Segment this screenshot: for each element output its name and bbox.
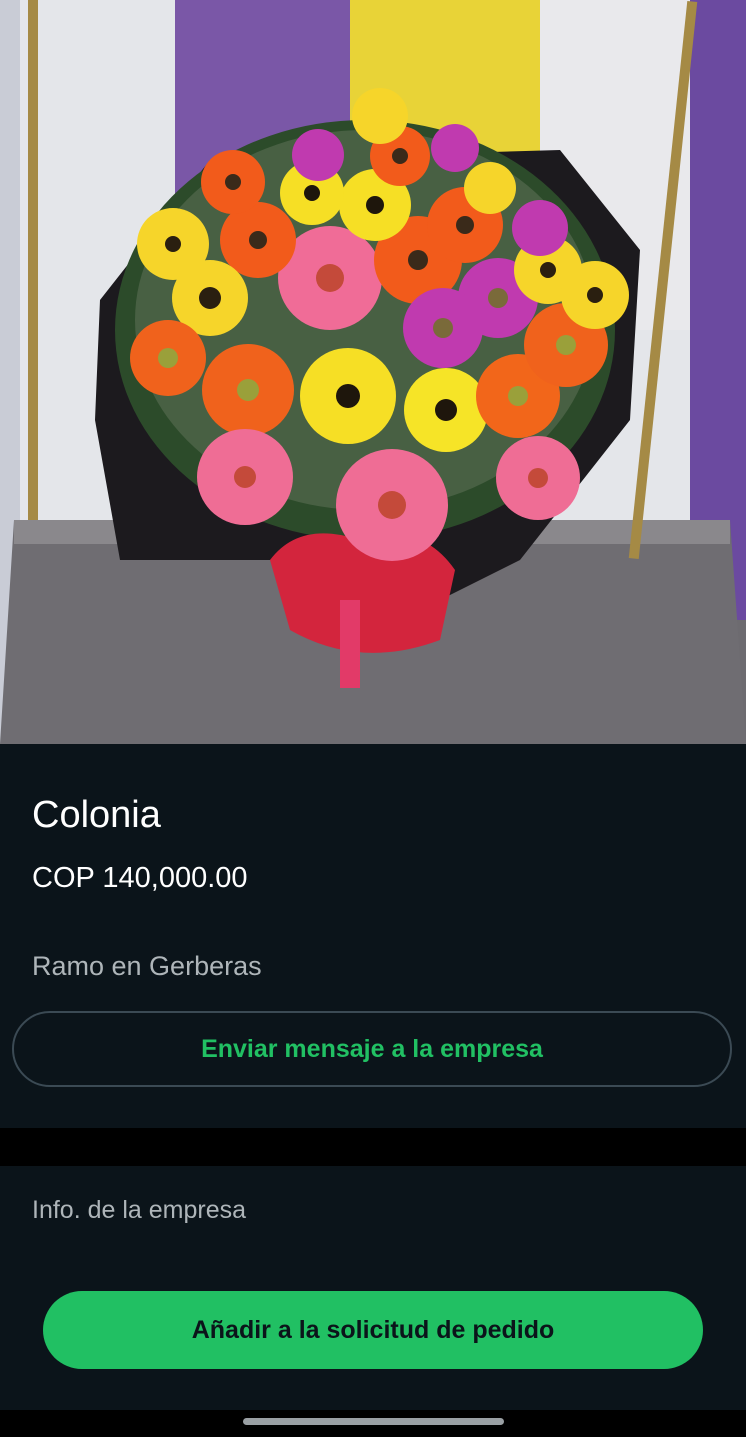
add-to-order-button[interactable]: Añadir a la solicitud de pedido: [43, 1291, 703, 1369]
home-indicator[interactable]: [243, 1418, 504, 1425]
product-price: COP 140,000.00: [32, 862, 248, 894]
product-image[interactable]: [0, 0, 746, 744]
section-divider: [0, 1128, 746, 1166]
product-description: Ramo en Gerberas: [32, 951, 262, 981]
message-business-button[interactable]: Enviar mensaje a la empresa: [12, 1011, 732, 1087]
business-info-link[interactable]: Info. de la empresa: [32, 1196, 246, 1225]
product-name: Colonia: [32, 794, 161, 836]
business-info-section: Info. de la empresa Añadir a la solicitu…: [0, 1166, 746, 1410]
system-navigation-bar: [0, 1410, 746, 1437]
product-details: Colonia COP 140,000.00 Ramo en Gerberas …: [0, 744, 746, 1128]
flower-bouquet-image: [0, 0, 746, 744]
